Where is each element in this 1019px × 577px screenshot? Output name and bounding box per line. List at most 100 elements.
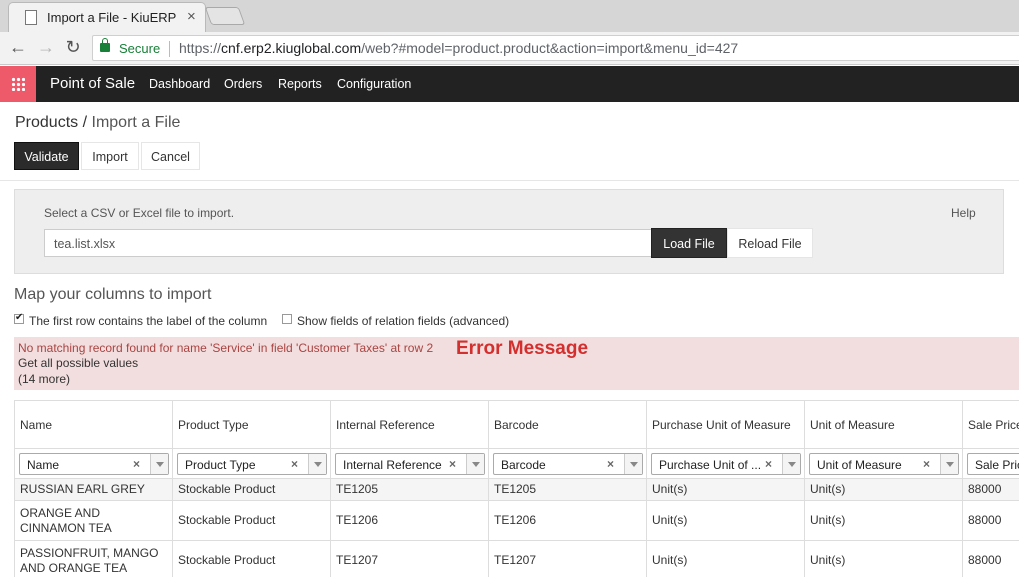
- field-select-name[interactable]: Name ×: [19, 453, 169, 475]
- column-header-internal-reference: Internal Reference: [331, 401, 489, 449]
- clear-icon[interactable]: ×: [607, 457, 614, 471]
- field-select-value: Purchase Unit of ...: [659, 458, 762, 472]
- field-select-product-type[interactable]: Product Type ×: [177, 453, 327, 475]
- table-cell: 88000: [963, 501, 1019, 541]
- table-cell: Unit(s): [805, 479, 963, 501]
- reload-icon[interactable]: ↻: [63, 37, 83, 58]
- column-header-product-type: Product Type: [173, 401, 331, 449]
- dropdown-arrow-icon[interactable]: [466, 454, 484, 474]
- field-select-value: Sale Pric: [975, 458, 1019, 472]
- clear-icon[interactable]: ×: [133, 457, 140, 471]
- column-header-uom: Unit of Measure: [805, 401, 963, 449]
- clear-icon[interactable]: ×: [449, 457, 456, 471]
- file-name-input[interactable]: tea.list.xlsx: [44, 229, 652, 257]
- field-select-cell: Sale Pric×: [963, 449, 1019, 479]
- menu-dashboard[interactable]: Dashboard: [149, 77, 210, 91]
- app-name[interactable]: Point of Sale: [50, 75, 135, 92]
- table-cell: PASSIONFRUIT, MANGO AND ORANGE TEA: [15, 541, 173, 577]
- browser-tab-bar: Import a File - KiuERP ×: [0, 0, 1019, 32]
- breadcrumb-products[interactable]: Products: [15, 114, 78, 131]
- field-select-value: Barcode: [501, 458, 546, 472]
- url-path: /web?#model=product.product&action=impor…: [361, 40, 739, 56]
- table-cell: Unit(s): [647, 541, 805, 577]
- table-cell: Stockable Product: [173, 501, 331, 541]
- field-select-barcode[interactable]: Barcode ×: [493, 453, 643, 475]
- url-text[interactable]: https://cnf.erp2.kiuglobal.com/web?#mode…: [179, 40, 738, 56]
- first-row-label: The first row contains the label of the …: [29, 314, 268, 328]
- reload-file-button[interactable]: Reload File: [727, 228, 813, 258]
- table-cell: ORANGE AND CINNAMON TEA: [15, 501, 173, 541]
- possible-values-link[interactable]: Get all possible values: [18, 356, 138, 370]
- validate-button[interactable]: Validate: [14, 142, 79, 170]
- app-header: Point of Sale Dashboard Orders Reports C…: [0, 66, 1019, 102]
- dropdown-arrow-icon[interactable]: [782, 454, 800, 474]
- close-tab-icon[interactable]: ×: [187, 8, 196, 25]
- document-icon: [25, 10, 37, 25]
- import-button[interactable]: Import: [81, 142, 139, 170]
- table-cell: TE1207: [489, 541, 647, 577]
- breadcrumb-separator: /: [82, 114, 88, 131]
- table-cell: TE1207: [331, 541, 489, 577]
- field-select-cell: Name ×: [15, 449, 173, 479]
- grid-icon: [11, 77, 25, 91]
- help-link[interactable]: Help: [951, 206, 976, 220]
- field-select-value: Product Type: [185, 458, 256, 472]
- table-cell: Stockable Product: [173, 479, 331, 501]
- table-cell: 88000: [963, 479, 1019, 501]
- menu-orders[interactable]: Orders: [224, 77, 262, 91]
- dropdown-arrow-icon[interactable]: [150, 454, 168, 474]
- field-select-cell: Barcode ×: [489, 449, 647, 479]
- column-header-purchase-uom: Purchase Unit of Measure: [647, 401, 805, 449]
- field-select-sale-price[interactable]: Sale Pric×: [967, 453, 1019, 475]
- relation-fields-checkbox[interactable]: [282, 314, 292, 324]
- clear-icon[interactable]: ×: [923, 457, 930, 471]
- first-row-checkbox[interactable]: [14, 312, 24, 324]
- cancel-button[interactable]: Cancel: [141, 142, 200, 170]
- tab-title: Import a File - KiuERP: [47, 10, 177, 25]
- address-bar[interactable]: Secure https://cnf.erp2.kiuglobal.com/we…: [92, 35, 1019, 61]
- dropdown-arrow-icon[interactable]: [940, 454, 958, 474]
- load-file-button[interactable]: Load File: [651, 228, 727, 258]
- more-errors-link[interactable]: (14 more): [18, 372, 70, 386]
- url-scheme: https://: [179, 40, 222, 56]
- field-select-uom[interactable]: Unit of Measure ×: [809, 453, 959, 475]
- url-host: cnf.erp2.kiuglobal.com: [221, 40, 362, 56]
- forward-arrow-icon[interactable]: →: [36, 37, 56, 58]
- table-cell: RUSSIAN EARL GREY: [15, 479, 173, 501]
- field-select-value: Unit of Measure: [817, 458, 902, 472]
- clear-icon[interactable]: ×: [291, 457, 298, 471]
- select-file-label: Select a CSV or Excel file to import.: [44, 206, 235, 220]
- file-panel: Select a CSV or Excel file to import. He…: [14, 189, 1004, 274]
- table-cell: Unit(s): [647, 501, 805, 541]
- error-box: No matching record found for name 'Servi…: [14, 337, 1019, 390]
- dropdown-arrow-icon[interactable]: [308, 454, 326, 474]
- field-select-internal-reference[interactable]: Internal Reference ×: [335, 453, 485, 475]
- field-select-value: Name: [27, 458, 60, 472]
- field-select-purchase-uom[interactable]: Purchase Unit of ... ×: [651, 453, 801, 475]
- breadcrumb: Products / Import a File: [15, 114, 180, 132]
- table-cell: Unit(s): [805, 501, 963, 541]
- header-divider: [0, 180, 1019, 181]
- app-switcher-button[interactable]: [0, 66, 36, 102]
- menu-reports[interactable]: Reports: [278, 77, 322, 91]
- dropdown-arrow-icon[interactable]: [624, 454, 642, 474]
- import-preview-table: Name Name × Product Type Product Type × Intern…: [14, 400, 1019, 577]
- table-cell: TE1205: [489, 479, 647, 501]
- table-cell: 88000: [963, 541, 1019, 577]
- error-message: No matching record found for name 'Servi…: [18, 341, 434, 355]
- column-header-name: Name: [15, 401, 173, 449]
- error-annotation: Error Message: [456, 338, 589, 359]
- back-arrow-icon[interactable]: ←: [8, 37, 28, 58]
- lock-icon: [100, 38, 110, 52]
- field-select-value: Internal Reference: [343, 458, 442, 472]
- secure-label: Secure: [119, 41, 161, 56]
- browser-tab[interactable]: Import a File - KiuERP ×: [8, 2, 206, 32]
- field-select-cell: Internal Reference ×: [331, 449, 489, 479]
- table-cell: Unit(s): [647, 479, 805, 501]
- menu-configuration[interactable]: Configuration: [337, 77, 411, 91]
- table-cell: TE1206: [331, 501, 489, 541]
- clear-icon[interactable]: ×: [765, 457, 772, 471]
- new-tab-button[interactable]: [204, 7, 246, 25]
- field-select-cell: Purchase Unit of ... ×: [647, 449, 805, 479]
- table-cell: TE1206: [489, 501, 647, 541]
